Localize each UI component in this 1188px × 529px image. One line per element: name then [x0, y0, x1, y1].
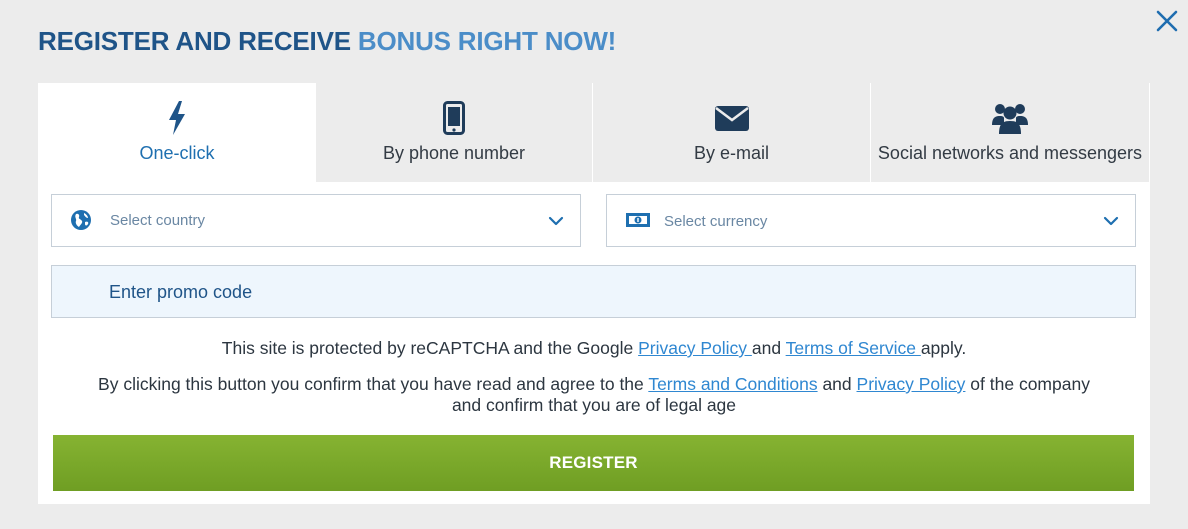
register-button[interactable]: REGISTER — [53, 435, 1134, 491]
banknote-icon — [625, 209, 650, 233]
registration-panel: One-click By phone number By e-mail Soci… — [38, 83, 1150, 504]
tab-label: One-click — [139, 143, 215, 163]
currency-select-value: Select currency — [664, 213, 768, 230]
tab-label: By e-mail — [693, 143, 769, 163]
page-title: REGISTER AND RECEIVE BONUS RIGHT NOW! — [38, 26, 616, 57]
close-icon — [1156, 10, 1178, 32]
currency-select[interactable]: Select currency — [606, 194, 1136, 247]
notice-text: By clicking this button you confirm that… — [98, 374, 649, 394]
privacy-policy-link[interactable]: Privacy Policy — [857, 374, 966, 394]
tab-phone-number[interactable]: By phone number — [316, 83, 592, 182]
users-icon — [992, 101, 1028, 135]
recaptcha-notice: This site is protected by reCAPTCHA and … — [38, 338, 1150, 359]
chevron-down-icon — [548, 213, 564, 229]
promo-code-input[interactable]: Enter promo code — [51, 265, 1136, 318]
terms-and-conditions-link[interactable]: Terms and Conditions — [648, 374, 817, 394]
country-select[interactable]: Select country — [51, 194, 581, 247]
tab-email[interactable]: By e-mail — [593, 83, 870, 182]
globe-icon — [70, 209, 94, 233]
lightning-icon — [167, 101, 187, 135]
privacy-policy-link[interactable]: Privacy Policy — [638, 338, 752, 358]
notice-text: and — [751, 338, 786, 358]
consent-notice: By clicking this button you confirm that… — [38, 374, 1150, 416]
tab-label: Social networks and messengers — [877, 143, 1143, 163]
notice-text: apply. — [920, 338, 967, 358]
register-button-label: REGISTER — [549, 453, 638, 472]
tab-one-click[interactable]: One-click — [38, 83, 316, 182]
title-part-2: BONUS RIGHT NOW! — [357, 26, 617, 56]
tab-social-networks[interactable]: Social networks and messengers — [871, 83, 1149, 182]
tab-label: By phone number — [382, 143, 526, 163]
country-select-value: Select country — [110, 212, 206, 229]
promo-code-placeholder: Enter promo code — [109, 282, 253, 302]
chevron-down-icon — [1103, 213, 1119, 229]
close-button[interactable] — [1155, 9, 1179, 33]
envelope-icon — [714, 101, 749, 135]
registration-tabs: One-click By phone number By e-mail Soci… — [38, 83, 1150, 182]
notice-text: and — [817, 374, 857, 394]
notice-text: This site is protected by reCAPTCHA and … — [221, 338, 639, 358]
terms-of-service-link[interactable]: Terms of Service — [786, 338, 921, 358]
title-part-1: REGISTER AND RECEIVE — [38, 26, 358, 56]
phone-icon — [443, 101, 465, 135]
